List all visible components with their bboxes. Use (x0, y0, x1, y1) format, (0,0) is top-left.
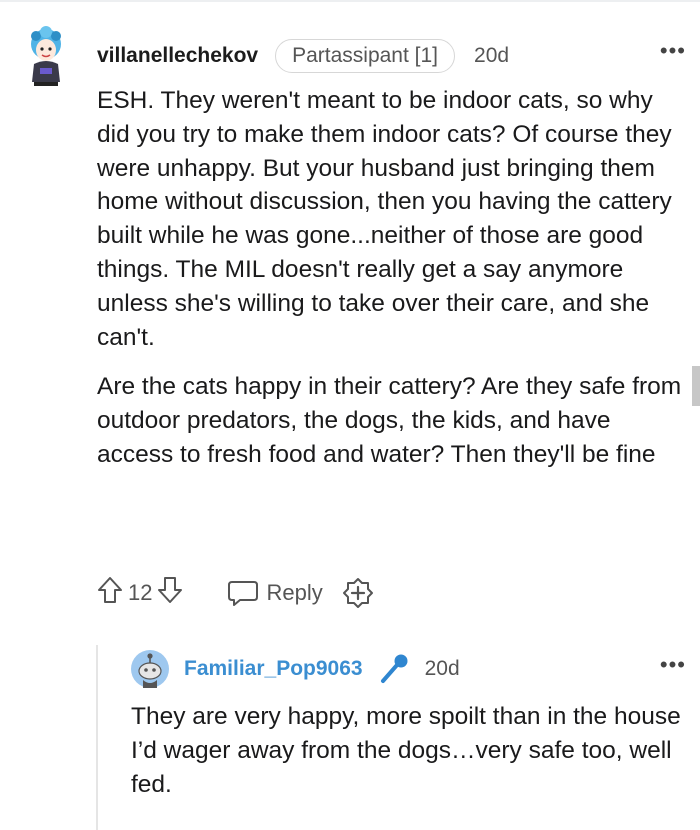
microphone-icon (377, 652, 411, 686)
comment-header: villanellechekov Partassipant [1] 20d (97, 38, 509, 74)
avatar-image (31, 26, 61, 86)
vote-count: 12 (128, 580, 153, 605)
reply-button[interactable]: Reply (226, 578, 323, 608)
reply-user-avatar[interactable] (131, 650, 169, 688)
comment-actions: 12 Reply (96, 574, 375, 612)
arrow-up-icon[interactable] (96, 575, 124, 611)
thread-line[interactable] (96, 645, 98, 830)
snoo-avatar-icon (131, 650, 169, 688)
speech-bubble-icon (228, 581, 259, 606)
plus-award-icon (342, 578, 373, 608)
more-options-icon[interactable]: ••• (660, 40, 686, 62)
username[interactable]: villanellechekov (97, 44, 258, 68)
reply-text: They are very happy, more spoilt than in… (131, 703, 681, 798)
reply-body: They are very happy, more spoilt than in… (131, 700, 686, 801)
reply-username[interactable]: Familiar_Pop9063 (184, 657, 363, 681)
reply-label: Reply (266, 580, 323, 605)
comment-body: ESH. They weren't meant to be indoor cat… (97, 84, 687, 488)
reply-header: Familiar_Pop9063 20d (184, 651, 460, 687)
user-avatar[interactable] (20, 24, 72, 88)
arrow-down-icon[interactable] (156, 575, 184, 611)
comment-paragraph: Are the cats happy in their cattery? Are… (97, 373, 682, 468)
reply-timestamp: 20d (424, 657, 460, 680)
comment-timestamp: 20d (474, 44, 510, 67)
reply-more-options-icon[interactable]: ••• (660, 654, 686, 676)
scrollbar-thumb[interactable] (692, 366, 700, 406)
award-button[interactable] (341, 576, 375, 610)
comment-paragraph: ESH. They weren't meant to be indoor cat… (97, 87, 672, 351)
top-divider (0, 0, 700, 2)
user-flair: Partassipant [1] (275, 39, 456, 73)
